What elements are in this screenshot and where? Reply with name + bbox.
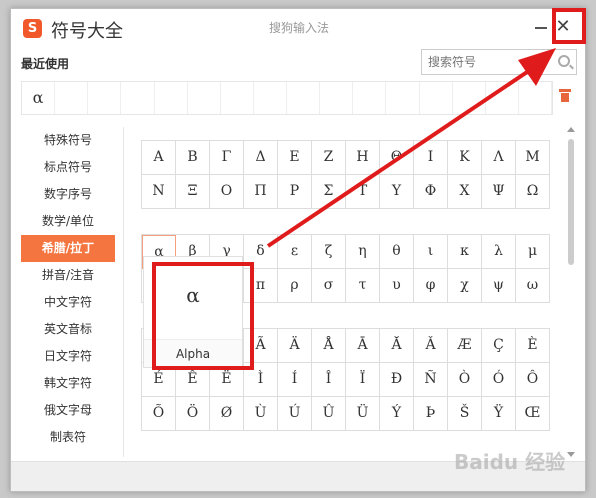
annotation-arrow bbox=[266, 48, 556, 248]
watermark: Baidu 经验 bbox=[454, 450, 566, 474]
